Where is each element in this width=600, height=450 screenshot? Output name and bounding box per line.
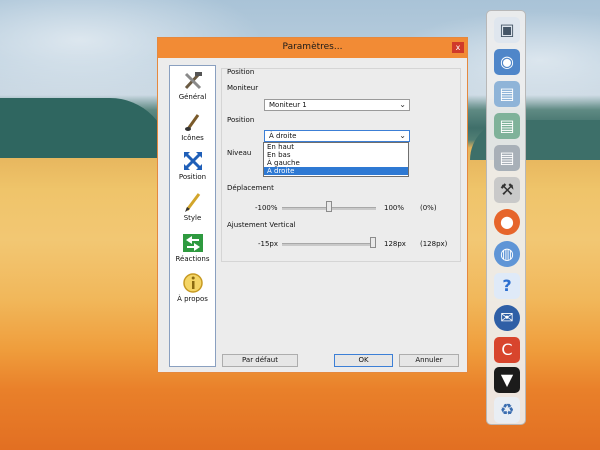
sidebar-item-position[interactable]: Position (170, 150, 215, 181)
thunderbird-icon[interactable]: ✉ (494, 305, 520, 331)
ccleaner-icon[interactable]: C (494, 337, 520, 363)
dropdown-option-left[interactable]: À gauche (264, 159, 408, 167)
sidebar-label-icons: Icônes (181, 134, 204, 142)
chevron-down-icon: ⌄ (399, 131, 406, 140)
position-select[interactable]: À droite ⌄ (264, 130, 410, 142)
finder-icon[interactable]: ▣ (494, 17, 520, 43)
folder-icon[interactable]: ▤ (494, 81, 520, 107)
vertical-adjust-label: Ajustement Vertical (227, 221, 296, 229)
vertical-slider-track[interactable] (282, 243, 376, 246)
globe-icon[interactable]: ◍ (494, 241, 520, 267)
sidebar-item-icons[interactable]: Icônes (170, 111, 215, 142)
cancel-button[interactable]: Annuler (399, 354, 459, 367)
sidebar-label-reactions: Réactions (175, 255, 210, 263)
vertical-adjust-min: -15px (258, 240, 279, 248)
info-icon (182, 272, 204, 294)
tools-icon (182, 70, 204, 92)
defaults-button[interactable]: Par défaut (222, 354, 298, 367)
displacement-slider-thumb[interactable] (326, 201, 332, 212)
sidebar-label-style: Style (183, 214, 202, 222)
folder-green-icon[interactable]: ▤ (494, 113, 520, 139)
monitor-select-value: Moniteur 1 (269, 101, 307, 109)
arrows-icon (182, 150, 204, 172)
settings-sidebar: Général Icônes Position Style Réactions … (169, 65, 216, 367)
sidebar-label-position: Position (178, 173, 207, 181)
chevron-down-icon: ⌄ (399, 100, 406, 109)
sidebar-label-general: Général (178, 93, 207, 101)
folder-grey-icon[interactable]: ▤ (494, 145, 520, 171)
help-icon[interactable]: ? (494, 273, 520, 299)
firefox-icon[interactable]: ● (494, 209, 520, 235)
vertical-adjust-current: (128px) (420, 240, 448, 248)
sidebar-item-about[interactable]: À propos (170, 272, 215, 303)
sidebar-item-general[interactable]: Général (170, 70, 215, 101)
displacement-min: -100% (255, 204, 278, 212)
sidebar-label-about: À propos (177, 295, 208, 303)
position-select-value: À droite (269, 132, 297, 140)
window-title: Paramètres... (282, 42, 343, 52)
displacement-label: Déplacement (227, 184, 274, 192)
dropdown-option-bottom[interactable]: En bas (264, 151, 408, 159)
vertical-slider-thumb[interactable] (370, 237, 376, 248)
vertical-adjust-max: 128px (384, 240, 406, 248)
close-button[interactable]: x (452, 42, 464, 53)
ok-button[interactable]: OK (334, 354, 393, 367)
swap-arrows-icon (182, 232, 204, 254)
brush-icon (182, 111, 204, 133)
position-dropdown-list[interactable]: En haut En bas À gauche À droite (263, 142, 409, 177)
sidebar-item-style[interactable]: Style (170, 191, 215, 222)
displacement-current: (0%) (420, 204, 437, 212)
tools-app-icon[interactable]: ⚒ (494, 177, 520, 203)
dropdown-option-right[interactable]: À droite (264, 167, 408, 175)
tshirt-icon[interactable]: ▼ (494, 367, 520, 393)
wallpaper-hill-left (0, 98, 170, 158)
window-titlebar[interactable]: Paramètres... x (158, 38, 467, 58)
displacement-max: 100% (384, 204, 405, 212)
settings-window: Paramètres... x Général Icônes Position … (157, 37, 468, 373)
monitor-label: Moniteur (227, 84, 259, 92)
position-label: Position (227, 116, 255, 124)
dropdown-option-top[interactable]: En haut (264, 143, 408, 151)
network-globe-icon[interactable]: ◉ (494, 49, 520, 75)
pen-icon (182, 191, 204, 213)
group-title: Position (227, 68, 255, 76)
level-label: Niveau (227, 149, 252, 157)
dock-bar: ▣ ◉ ▤ ▤ ▤ ⚒ ● ◍ ? ✉ C ▼ ♻ (486, 10, 526, 425)
sidebar-item-reactions[interactable]: Réactions (170, 232, 215, 263)
recycle-bin-icon[interactable]: ♻ (494, 397, 520, 423)
monitor-select[interactable]: Moniteur 1 ⌄ (264, 99, 410, 111)
